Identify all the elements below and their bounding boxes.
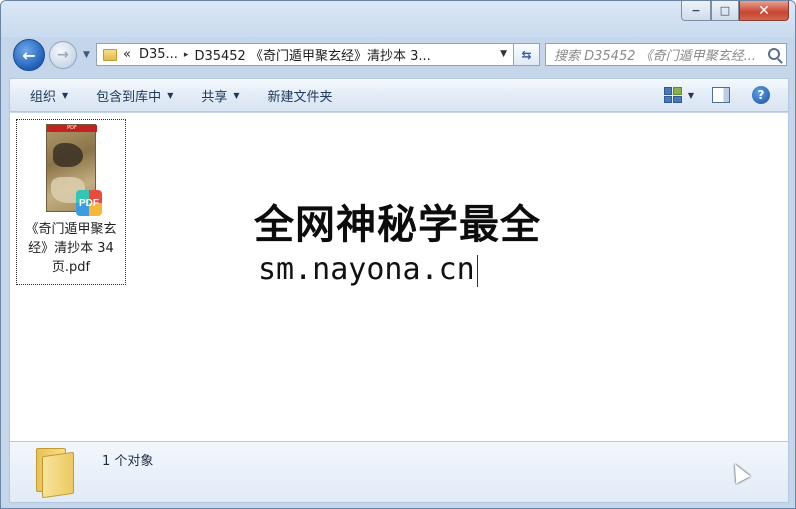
title-bar: − □ ✕ bbox=[1, 1, 795, 37]
change-view-icon[interactable] bbox=[663, 87, 682, 103]
toolbar-organize-label: 组织 bbox=[30, 89, 57, 105]
file-list-area[interactable]: PDF PDF 《奇门遁甲聚玄经》清抄本 34页.pdf 全网神秘学最全 sm.… bbox=[9, 113, 789, 441]
recent-pages-dropdown[interactable]: ▼ bbox=[83, 50, 90, 60]
forward-button[interactable]: → bbox=[49, 41, 77, 69]
page-stain bbox=[53, 143, 83, 167]
pdf-file-icon: PDF bbox=[76, 190, 102, 216]
text-caret bbox=[476, 254, 478, 287]
toolbar-share[interactable]: 共享 ▼ bbox=[187, 79, 253, 111]
search-input[interactable]: 搜索 D35452 《奇门遁甲聚玄经... bbox=[545, 43, 787, 66]
folder-icon bbox=[103, 48, 117, 61]
pdf-thumbnail: PDF PDF bbox=[46, 124, 102, 216]
breadcrumb-item-parent[interactable]: D35... bbox=[139, 47, 178, 62]
search-placeholder: 搜索 D35452 《奇门遁甲聚玄经... bbox=[554, 49, 757, 64]
toolbar-include-label: 包含到库中 bbox=[96, 89, 162, 105]
chevron-down-icon: ▼ bbox=[62, 90, 69, 100]
toolbar-new-folder-label: 新建文件夹 bbox=[267, 89, 333, 105]
chevron-down-icon: ▼ bbox=[167, 90, 174, 100]
breadcrumb-separator[interactable]: ▸ bbox=[184, 50, 189, 60]
toolbar-right-group: ▼ ? bbox=[663, 79, 788, 111]
breadcrumb-overflow[interactable]: « bbox=[123, 47, 131, 62]
file-item[interactable]: PDF PDF 《奇门遁甲聚玄经》清抄本 34页.pdf bbox=[16, 119, 126, 285]
explorer-window: − □ ✕ ← → ▼ « D35... ▸ D35452 《奇门遁甲聚玄经》清… bbox=[0, 0, 796, 509]
caption-buttons: − □ ✕ bbox=[681, 1, 789, 21]
watermark-title: 全网神秘学最全 bbox=[254, 202, 541, 248]
help-icon[interactable]: ? bbox=[752, 86, 770, 104]
toolbar-include-in-library[interactable]: 包含到库中 ▼ bbox=[82, 79, 187, 111]
folder-icon bbox=[32, 446, 76, 499]
chevron-down-icon: ▼ bbox=[233, 90, 240, 100]
search-icon[interactable] bbox=[768, 48, 780, 60]
address-dropdown[interactable]: ▼ bbox=[500, 49, 507, 59]
breadcrumb-item-current[interactable]: D35452 《奇门遁甲聚玄经》清抄本 3... bbox=[194, 45, 430, 64]
watermark-image: 全网神秘学最全 sm.nayona.cn bbox=[254, 201, 554, 305]
preview-pane-icon[interactable] bbox=[712, 87, 730, 103]
address-bar[interactable]: « D35... ▸ D35452 《奇门遁甲聚玄经》清抄本 3... ▼ bbox=[96, 43, 514, 66]
refresh-button[interactable]: ⇆ bbox=[514, 43, 540, 66]
close-button[interactable]: ✕ bbox=[739, 1, 789, 21]
details-pane: 1 个对象 bbox=[9, 441, 789, 503]
navigation-bar: ← → ▼ « D35... ▸ D35452 《奇门遁甲聚玄经》清抄本 3..… bbox=[1, 37, 795, 73]
toolbar-organize[interactable]: 组织 ▼ bbox=[10, 79, 82, 111]
watermark-url: sm.nayona.cn bbox=[258, 252, 475, 287]
maximize-button[interactable]: □ bbox=[711, 1, 739, 21]
back-button[interactable]: ← bbox=[13, 39, 45, 71]
file-name-label: 《奇门遁甲聚玄经》清抄本 34页.pdf bbox=[25, 222, 117, 275]
view-options-dropdown[interactable]: ▼ bbox=[688, 91, 694, 100]
watermark-url-line: sm.nayona.cn bbox=[254, 249, 554, 291]
command-bar: 组织 ▼ 包含到库中 ▼ 共享 ▼ 新建文件夹 ▼ ? bbox=[9, 78, 789, 112]
minimize-button[interactable]: − bbox=[681, 1, 711, 21]
pdf-thumbnail-header: PDF bbox=[47, 125, 97, 132]
toolbar-new-folder[interactable]: 新建文件夹 bbox=[254, 79, 347, 111]
item-count-status: 1 个对象 bbox=[102, 454, 154, 469]
toolbar-share-label: 共享 bbox=[201, 89, 228, 105]
